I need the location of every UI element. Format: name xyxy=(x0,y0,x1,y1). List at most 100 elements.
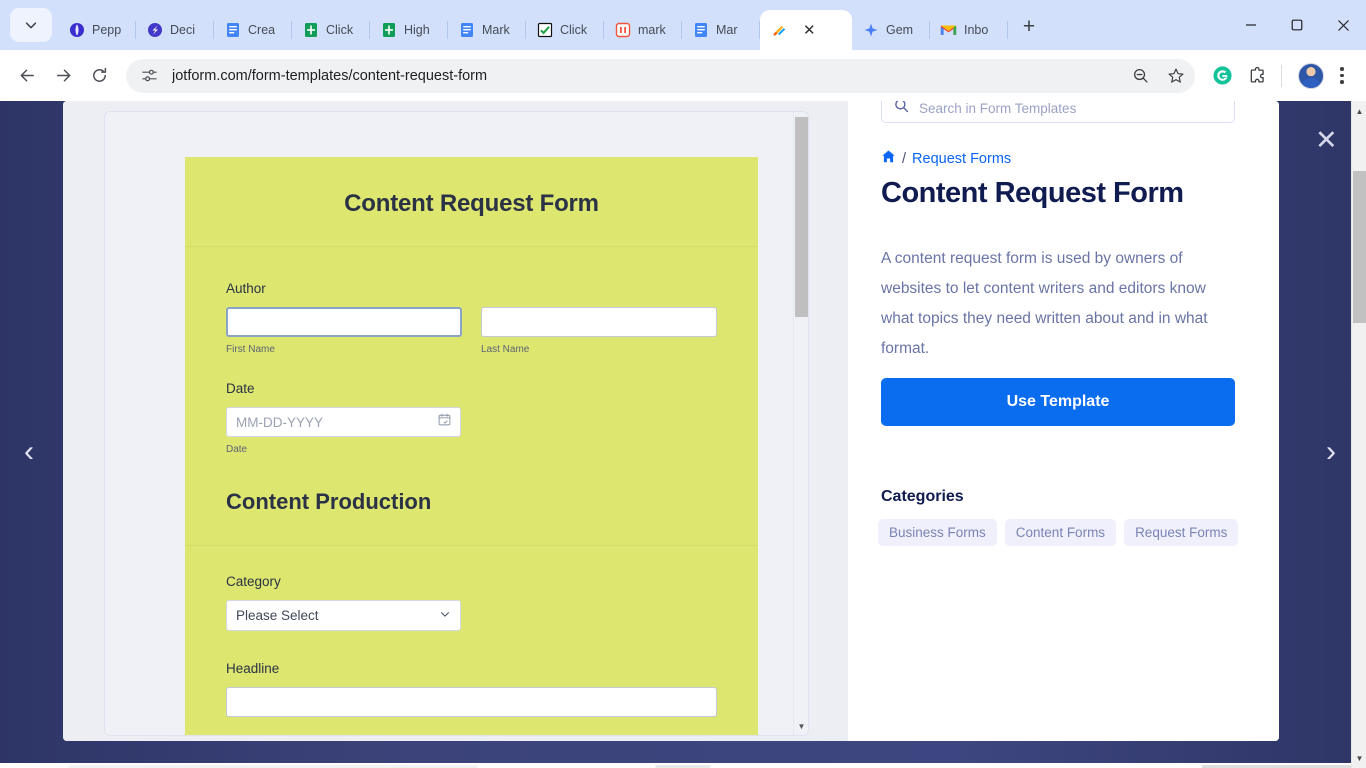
google-sheets-icon xyxy=(380,22,397,39)
zoom-out-icon[interactable] xyxy=(1127,63,1153,89)
form-preview-pane: Content Request Form Author First Name L… xyxy=(63,101,848,741)
calendar-icon[interactable] xyxy=(438,413,451,431)
tab-inbox-gmail[interactable]: Inbo xyxy=(930,10,1008,50)
last-name-sublabel: Last Name xyxy=(481,344,530,355)
site-settings-icon[interactable] xyxy=(136,63,162,89)
tab-mar-3[interactable]: Mar xyxy=(682,10,760,50)
tab-label: Click xyxy=(560,23,588,37)
search-placeholder: Search in Form Templates xyxy=(919,101,1077,116)
category-chip-business-forms[interactable]: Business Forms xyxy=(878,519,997,546)
category-label: Category xyxy=(226,574,281,589)
author-row: First Name Last Name xyxy=(226,307,717,355)
chevron-down-icon xyxy=(439,607,451,625)
red-chart-icon xyxy=(614,22,631,39)
category-select[interactable]: Please Select xyxy=(226,600,461,631)
grammarly-icon[interactable] xyxy=(1207,61,1237,91)
first-name-col: First Name xyxy=(226,307,462,355)
toolbar-divider xyxy=(1281,64,1282,87)
breadcrumb-link-request-forms[interactable]: Request Forms xyxy=(912,151,1011,167)
category-field-group: Category Please Select xyxy=(226,574,717,631)
category-chip-request-forms[interactable]: Request Forms xyxy=(1124,519,1239,546)
form-preview-scroll-thumb[interactable] xyxy=(795,117,808,317)
google-docs-icon xyxy=(692,22,709,39)
form-body: Author First Name Last Name Date MM-DD-Y… xyxy=(185,247,758,717)
google-docs-icon xyxy=(224,22,241,39)
last-name-col: Last Name xyxy=(481,307,717,355)
tab-label: Pepp xyxy=(92,23,122,37)
close-window-button[interactable] xyxy=(1320,5,1366,45)
template-info-pane: Search in Form Templates / Request Forms… xyxy=(848,101,1279,741)
author-label: Author xyxy=(226,281,266,296)
close-icon[interactable]: ✕ xyxy=(803,21,816,39)
form-preview-card: Content Request Form Author First Name L… xyxy=(104,111,809,736)
forward-arrow-icon[interactable] xyxy=(46,59,80,93)
form-preview-scroll-down-arrow[interactable]: ▼ xyxy=(794,719,808,733)
date-label: Date xyxy=(226,381,255,396)
browser-window: Pepp Deci Crea Click High Mark Click mar… xyxy=(0,0,1366,768)
tab-pepp[interactable]: Pepp xyxy=(58,10,136,50)
use-template-button[interactable]: Use Template xyxy=(881,378,1235,426)
gemini-sparkle-icon xyxy=(862,22,879,39)
headline-input[interactable] xyxy=(226,687,717,717)
address-bar[interactable]: jotform.com/form-templates/content-reque… xyxy=(126,58,1195,93)
reload-icon[interactable] xyxy=(82,59,116,93)
form-preview-scrollbar[interactable]: ▼ xyxy=(793,112,808,735)
categories-heading: Categories xyxy=(881,488,964,505)
page-scroll-thumb[interactable] xyxy=(1353,171,1366,323)
page-scroll-down-arrow[interactable]: ▼ xyxy=(1352,750,1366,766)
date-sublabel: Date xyxy=(226,444,248,455)
headline-field-group: Headline xyxy=(226,661,717,717)
minimize-button[interactable] xyxy=(1228,5,1274,45)
tab-strip: Pepp Deci Crea Click High Mark Click mar… xyxy=(0,0,1366,50)
section-divider xyxy=(185,545,758,546)
window-controls xyxy=(1228,0,1366,50)
page-scroll-up-arrow[interactable]: ▲ xyxy=(1352,103,1366,119)
tab-search-button[interactable] xyxy=(10,8,52,42)
pepper-icon xyxy=(68,22,85,39)
tab-gem[interactable]: Gem xyxy=(852,10,930,50)
template-preview-modal: Content Request Form Author First Name L… xyxy=(63,101,1279,741)
search-templates-box[interactable]: Search in Form Templates xyxy=(881,101,1235,123)
tab-list: Pepp Deci Crea Click High Mark Click mar… xyxy=(58,0,1228,50)
extensions-puzzle-icon[interactable] xyxy=(1243,61,1273,91)
date-placeholder: MM-DD-YYYY xyxy=(236,414,323,430)
new-tab-button[interactable]: + xyxy=(1012,10,1046,44)
close-modal-button[interactable]: ✕ xyxy=(1315,127,1338,154)
category-chip-content-forms[interactable]: Content Forms xyxy=(1004,519,1117,546)
tab-label: Gem xyxy=(886,23,914,37)
maximize-button[interactable] xyxy=(1274,5,1320,45)
tab-label: Deci xyxy=(170,23,196,37)
three-dot-menu-icon[interactable] xyxy=(1328,61,1356,91)
tab-click-2[interactable]: Click xyxy=(526,10,604,50)
last-name-input[interactable] xyxy=(481,307,717,337)
tab-label: Crea xyxy=(248,23,276,37)
tab-click-1[interactable]: Click xyxy=(292,10,370,50)
tab-high[interactable]: High xyxy=(370,10,448,50)
breadcrumb: / Request Forms xyxy=(881,149,1011,168)
home-icon[interactable] xyxy=(881,149,896,168)
headline-label: Headline xyxy=(226,661,280,676)
gmail-icon xyxy=(940,22,957,39)
profile-avatar[interactable] xyxy=(1298,62,1324,89)
tab-label: Mar xyxy=(716,23,738,37)
next-template-arrow[interactable]: › xyxy=(1326,437,1336,467)
search-icon xyxy=(894,101,909,118)
back-arrow-icon[interactable] xyxy=(10,59,44,93)
page-scrollbar[interactable]: ▲ ▼ xyxy=(1351,101,1366,768)
star-icon[interactable] xyxy=(1163,63,1189,89)
tab-mark-2[interactable]: mark xyxy=(604,10,682,50)
category-chip-list: Business Forms Content Forms Request For… xyxy=(878,519,1248,546)
tab-jotform-active[interactable]: ✕ xyxy=(760,10,852,50)
date-input[interactable]: MM-DD-YYYY xyxy=(226,407,461,437)
tab-label: High xyxy=(404,23,430,37)
google-sheets-icon xyxy=(302,22,319,39)
tab-crea[interactable]: Crea xyxy=(214,10,292,50)
jotform-form: Content Request Form Author First Name L… xyxy=(185,157,758,735)
tab-mark-1[interactable]: Mark xyxy=(448,10,526,50)
previous-template-arrow[interactable]: ‹ xyxy=(24,437,34,467)
first-name-input[interactable] xyxy=(226,307,462,337)
tab-label: mark xyxy=(638,23,666,37)
date-field-group: Date MM-DD-YYYY Date xyxy=(226,381,717,455)
decision-icon xyxy=(146,22,163,39)
tab-deci[interactable]: Deci xyxy=(136,10,214,50)
